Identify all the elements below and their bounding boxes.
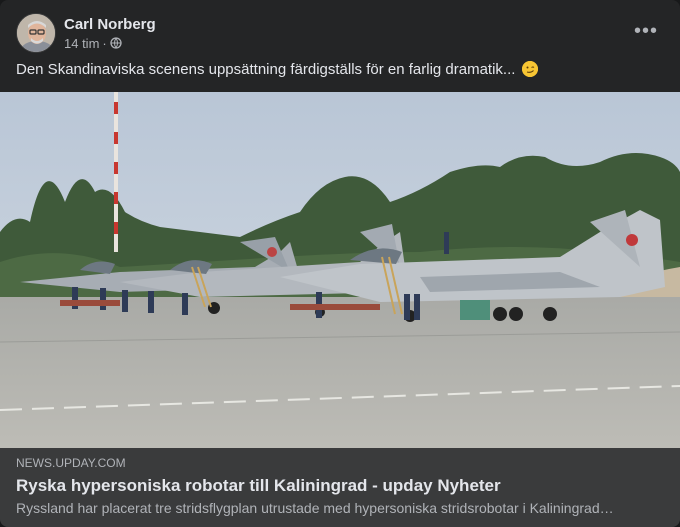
post-card: Carl Norberg 14 tim · ••• Den Skandinavi… — [0, 0, 680, 527]
post-image[interactable] — [0, 92, 680, 448]
author-name[interactable]: Carl Norberg — [64, 16, 156, 34]
author-avatar[interactable] — [16, 13, 56, 53]
avatar-image — [17, 14, 55, 52]
post-text-body: Den Skandinaviska scenens uppsättning fä… — [16, 61, 516, 78]
post-text: Den Skandinaviska scenens uppsättning fä… — [16, 60, 538, 80]
military-jets-photo — [0, 92, 680, 448]
link-title[interactable]: Ryska hypersoniska robotar till Kalining… — [16, 476, 501, 496]
post-meta: Carl Norberg 14 tim · — [64, 16, 156, 51]
globe-icon[interactable] — [110, 37, 122, 49]
link-description: Ryssland har placerat tre stridsflygplan… — [16, 500, 614, 516]
smirk-emoji-icon — [521, 61, 538, 77]
post-subline: 14 tim · — [64, 36, 156, 51]
timestamp-separator: · — [102, 35, 107, 51]
post-header: Carl Norberg 14 tim · — [16, 12, 156, 54]
link-domain: NEWS.UPDAY.COM — [16, 456, 126, 470]
link-preview[interactable]: NEWS.UPDAY.COM Ryska hypersoniska robota… — [0, 448, 680, 527]
post-timestamp[interactable]: 14 tim — [64, 36, 99, 51]
more-options-icon[interactable]: ••• — [628, 18, 664, 44]
